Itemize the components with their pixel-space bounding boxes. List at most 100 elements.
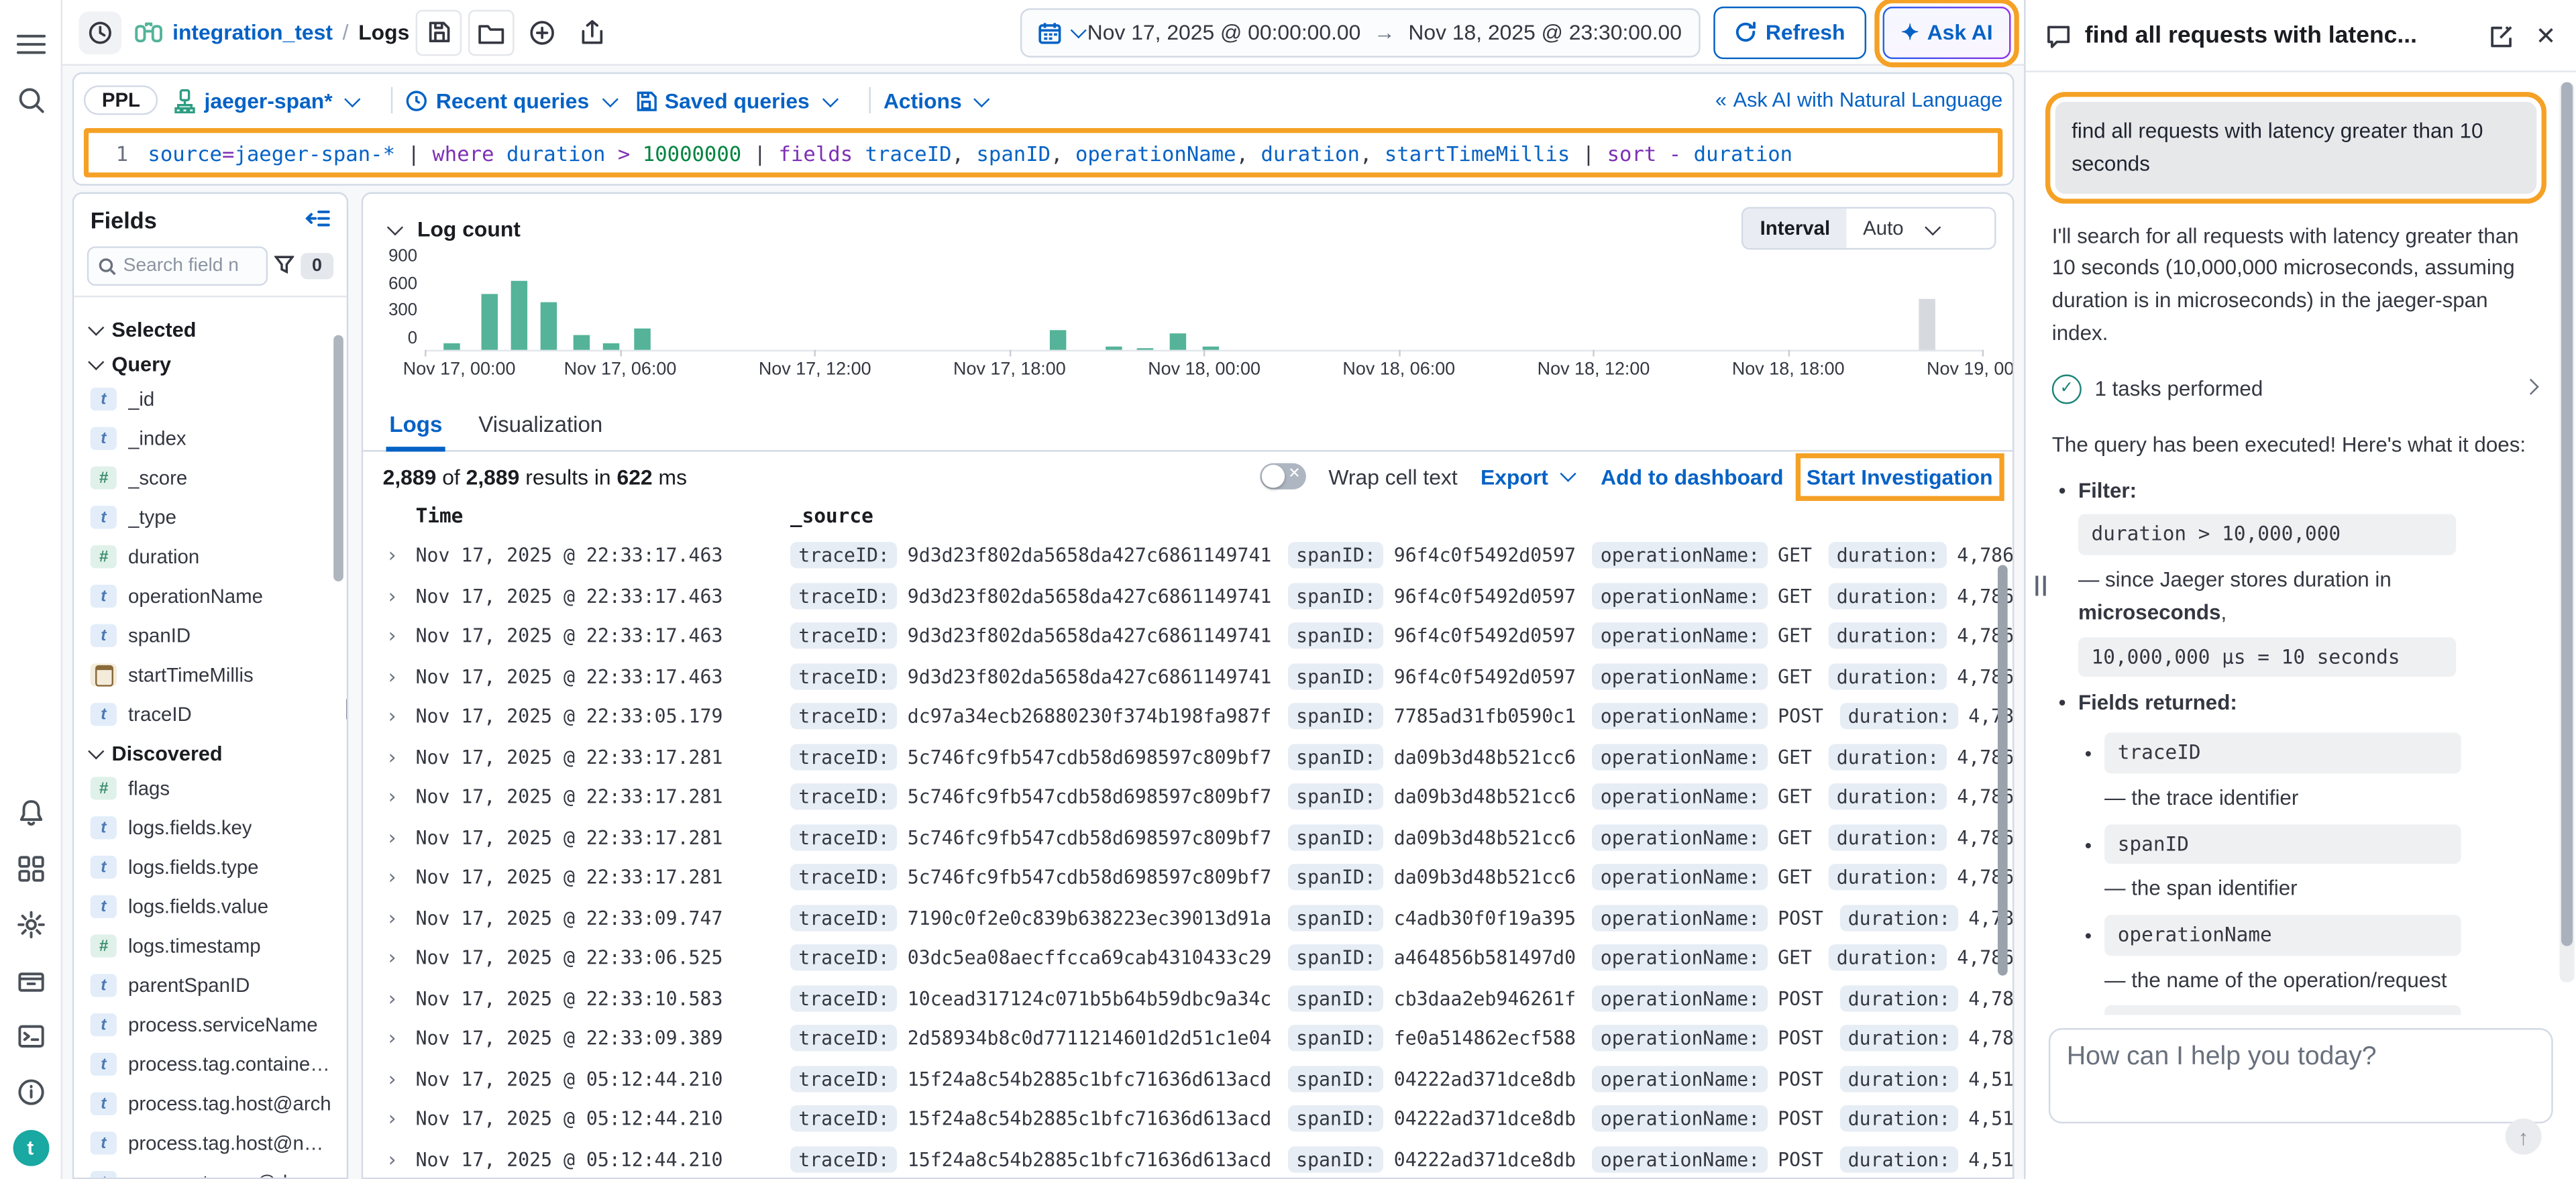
table-scrollbar[interactable]: [1998, 565, 2008, 975]
field-item[interactable]: #_score: [91, 467, 333, 490]
datasource-selector[interactable]: jaeger-span*: [174, 88, 362, 113]
saved-queries-menu[interactable]: Saved queries: [635, 88, 839, 113]
open-folder-icon[interactable]: [468, 9, 515, 55]
add-to-dashboard-button[interactable]: Add to dashboard: [1601, 464, 1783, 489]
histogram-bar[interactable]: [511, 280, 527, 349]
expand-row-icon[interactable]: ›: [383, 906, 416, 929]
expand-row-icon[interactable]: ›: [383, 705, 416, 728]
field-item[interactable]: ttraceID: [91, 703, 333, 726]
filter-funnel-icon[interactable]: [274, 254, 294, 278]
table-row[interactable]: ›Nov 17, 2025 @ 22:33:17.463traceID:9d3d…: [383, 616, 2012, 656]
field-item[interactable]: startTimeMillis: [91, 663, 333, 686]
query-language-pill[interactable]: PPL: [84, 85, 158, 115]
notifications-bell-icon[interactable]: [12, 795, 48, 831]
collapse-panel-icon[interactable]: [306, 208, 331, 233]
expand-row-icon[interactable]: ›: [383, 946, 416, 969]
send-button[interactable]: ↑: [2506, 1119, 2542, 1155]
devtools-icon[interactable]: [12, 1018, 48, 1054]
table-row[interactable]: ›Nov 17, 2025 @ 22:33:17.281traceID:5c74…: [383, 817, 2012, 857]
histogram-bar[interactable]: [1170, 334, 1186, 350]
histogram-bar[interactable]: [1105, 346, 1121, 350]
close-icon[interactable]: ✕: [2536, 21, 2557, 50]
field-item[interactable]: #duration: [91, 545, 333, 568]
table-row[interactable]: ›Nov 17, 2025 @ 22:33:06.525traceID:03dc…: [383, 938, 2012, 978]
calendar-icon[interactable]: [1038, 21, 1061, 44]
histogram-bar[interactable]: [1203, 346, 1219, 349]
interval-select[interactable]: Auto: [1847, 209, 1994, 248]
expand-row-icon[interactable]: ›: [383, 544, 416, 567]
field-item[interactable]: tprocess.serviceName: [91, 1013, 333, 1036]
refresh-button[interactable]: Refresh: [1713, 6, 1867, 58]
recent-queries-menu[interactable]: Recent queries: [407, 88, 619, 113]
interval-control[interactable]: Interval Auto: [1742, 207, 1996, 250]
share-icon[interactable]: [570, 11, 613, 54]
new-chat-edit-icon[interactable]: [2489, 22, 2516, 48]
settings-gear-icon[interactable]: [12, 907, 48, 943]
expand-row-icon[interactable]: ›: [383, 1067, 416, 1090]
menu-icon[interactable]: [12, 26, 48, 62]
export-menu[interactable]: Export: [1481, 464, 1578, 489]
ask-ai-button[interactable]: ✦ Ask AI: [1883, 6, 2011, 58]
query-text[interactable]: source=jaeger-span-* | where duration > …: [148, 140, 1792, 165]
field-item[interactable]: tprocess.tag.host@name: [91, 1131, 333, 1154]
expand-row-icon[interactable]: ›: [383, 584, 416, 607]
field-item[interactable]: tprocess.tag.host@arch: [91, 1092, 333, 1115]
start-investigation-button[interactable]: Start Investigation: [1807, 464, 1993, 489]
field-item[interactable]: tprocess.tag.os@description: [91, 1171, 333, 1178]
field-item[interactable]: tprocess.tag.container@id: [91, 1053, 333, 1076]
tasks-performed-row[interactable]: ✓ 1 tasks performed: [2052, 373, 2540, 406]
field-group-query[interactable]: Query: [91, 353, 333, 376]
save-icon[interactable]: [416, 9, 462, 55]
table-row[interactable]: ›Nov 17, 2025 @ 22:33:10.583traceID:10ce…: [383, 978, 2012, 1018]
histogram-bar[interactable]: [573, 335, 589, 350]
new-item-icon[interactable]: [521, 11, 564, 54]
apps-grid-icon[interactable]: [12, 851, 48, 887]
fields-scrollbar[interactable]: [333, 335, 343, 581]
table-row[interactable]: ›Nov 17, 2025 @ 22:33:17.281traceID:5c74…: [383, 777, 2012, 817]
archive-box-icon[interactable]: [12, 962, 48, 999]
table-row[interactable]: ›Nov 17, 2025 @ 22:33:17.281traceID:5c74…: [383, 736, 2012, 777]
expand-row-icon[interactable]: ›: [383, 987, 416, 1009]
histogram-bar[interactable]: [1138, 347, 1154, 349]
chat-input[interactable]: How can I help you today? ↑: [2049, 1028, 2553, 1123]
table-row[interactable]: ›Nov 17, 2025 @ 22:33:17.281traceID:5c74…: [383, 857, 2012, 897]
tab-visualization[interactable]: Visualization: [475, 401, 606, 450]
table-row[interactable]: ›Nov 17, 2025 @ 22:33:17.463traceID:9d3d…: [383, 656, 2012, 696]
table-row[interactable]: ›Nov 17, 2025 @ 22:33:17.463traceID:9d3d…: [383, 575, 2012, 616]
table-row[interactable]: ›Nov 17, 2025 @ 05:12:44.210traceID:15f2…: [383, 1139, 2012, 1178]
field-item[interactable]: t_type: [91, 506, 333, 528]
info-icon[interactable]: [12, 1074, 48, 1111]
field-item[interactable]: #flags: [91, 777, 333, 799]
histogram-bar[interactable]: [541, 302, 557, 350]
expand-row-icon[interactable]: ›: [383, 624, 416, 647]
table-row[interactable]: ›Nov 17, 2025 @ 22:33:17.463traceID:9d3d…: [383, 535, 2012, 575]
table-row[interactable]: ›Nov 17, 2025 @ 05:12:44.210traceID:15f2…: [383, 1099, 2012, 1139]
expand-row-icon[interactable]: ›: [383, 826, 416, 848]
history-clock-icon[interactable]: [79, 11, 122, 54]
expand-row-icon[interactable]: ›: [383, 1107, 416, 1130]
field-item[interactable]: tlogs.fields.key: [91, 816, 333, 839]
field-item[interactable]: tparentSpanID: [91, 974, 333, 997]
log-count-chart[interactable]: 0300600900Nov 17, 00:00Nov 17, 06:00Nov …: [380, 249, 1993, 394]
field-item[interactable]: t_index: [91, 427, 333, 450]
expand-row-icon[interactable]: ›: [383, 745, 416, 768]
actions-menu[interactable]: Actions: [883, 88, 991, 113]
field-item[interactable]: tlogs.fields.type: [91, 856, 333, 879]
table-row[interactable]: ›Nov 17, 2025 @ 22:33:05.179traceID:dc97…: [383, 696, 2012, 736]
query-editor[interactable]: 1 source=jaeger-span-* | where duration …: [89, 133, 1998, 172]
chat-scrollbar[interactable]: [2560, 82, 2575, 982]
field-item[interactable]: tspanID: [91, 624, 333, 647]
ask-ai-natural-language-link[interactable]: « Ask AI with Natural Language: [1715, 89, 2002, 111]
table-row[interactable]: ›Nov 17, 2025 @ 22:33:09.747traceID:7190…: [383, 897, 2012, 938]
expand-row-icon[interactable]: ›: [383, 785, 416, 808]
column-source[interactable]: _source: [790, 504, 873, 527]
histogram-bar[interactable]: [443, 344, 460, 350]
expand-row-icon[interactable]: ›: [383, 866, 416, 889]
histogram-bar[interactable]: [1050, 330, 1066, 349]
field-item[interactable]: toperationName: [91, 585, 333, 608]
expand-row-icon[interactable]: ›: [383, 1147, 416, 1170]
date-range-picker[interactable]: Nov 17, 2025 @ 00:00:00.00→Nov 18, 2025 …: [1020, 7, 1700, 56]
collapse-chart-icon[interactable]: [387, 219, 403, 235]
field-item[interactable]: t_id: [91, 388, 333, 410]
panel-resize-handle[interactable]: ||: [345, 695, 349, 720]
